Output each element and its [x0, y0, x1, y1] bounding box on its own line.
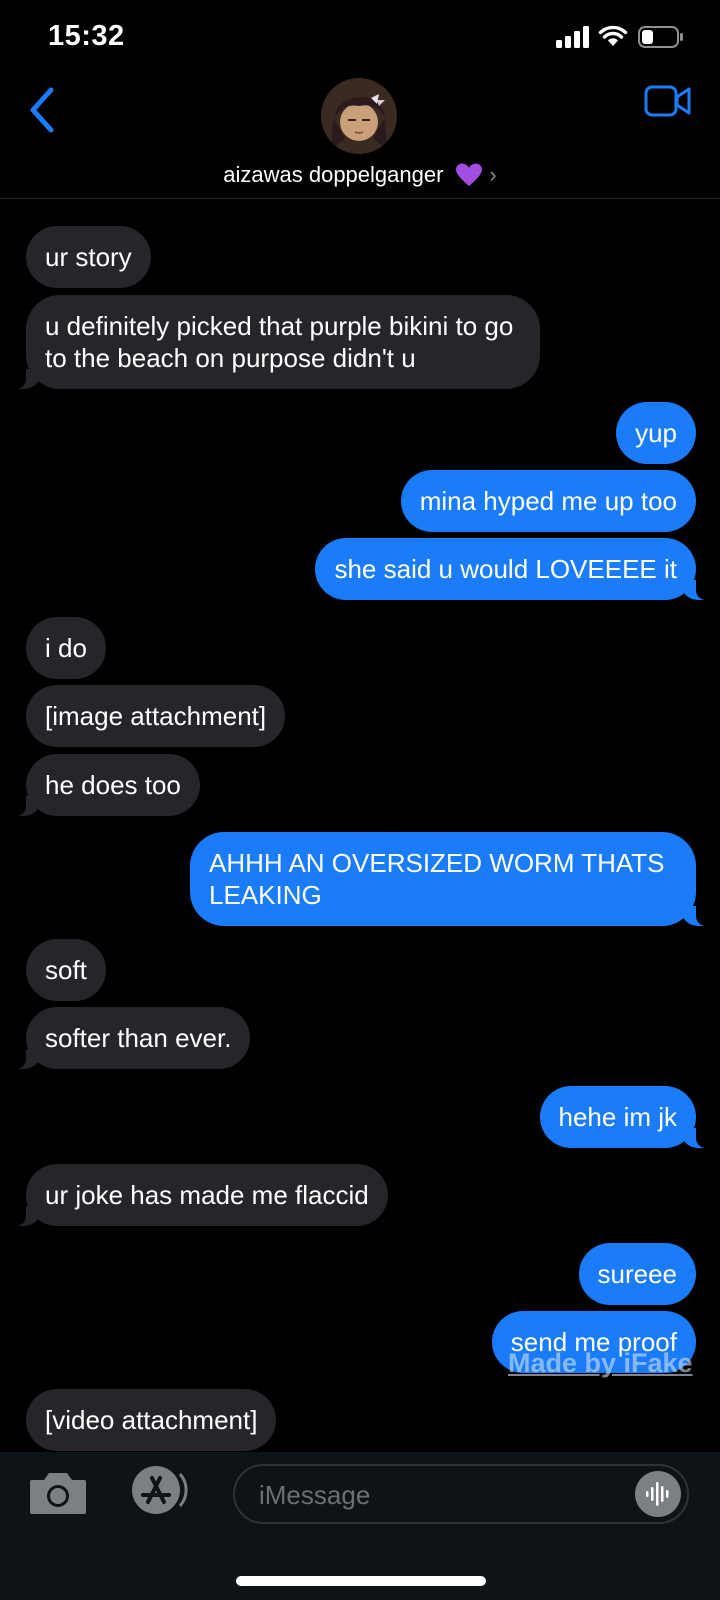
message-bubble-incoming[interactable]: softer than ever.: [11, 1007, 251, 1069]
message-bubble-incoming[interactable]: ur joke has made me flaccid: [12, 1164, 388, 1226]
purple-heart-icon: [456, 163, 483, 186]
message-bubble-incoming[interactable]: he does too: [12, 754, 200, 816]
message-input[interactable]: [257, 1476, 621, 1514]
status-time: 15:32: [48, 20, 125, 52]
wifi-icon: [598, 25, 628, 46]
app-store-icon[interactable]: [126, 1464, 194, 1516]
message-thread[interactable]: ur story u definitely picked that purple…: [0, 198, 720, 1452]
message-bubble-incoming[interactable]: [image attachment]: [26, 685, 286, 747]
message-bubble-incoming[interactable]: u definitely picked that purple bikini t…: [12, 295, 540, 389]
message-bubble-outgoing[interactable]: she said u would LOVEEEE it: [315, 538, 710, 600]
chevron-left-icon[interactable]: [24, 84, 60, 136]
message-bubble-outgoing[interactable]: yup: [616, 402, 696, 464]
contact-name-row[interactable]: aizawas doppelganger ›: [0, 162, 720, 188]
audio-waveform-icon[interactable]: [635, 1471, 681, 1517]
conversation-header: aizawas doppelganger ›: [0, 70, 720, 199]
message-bubble-incoming[interactable]: i do: [26, 617, 106, 679]
status-bar: 15:32: [0, 0, 720, 70]
compose-bar: [0, 1452, 720, 1600]
message-bubble-outgoing[interactable]: sureee: [578, 1243, 696, 1305]
contact-name: aizawas doppelganger: [223, 162, 444, 187]
camera-icon[interactable]: [28, 1470, 88, 1516]
video-camera-icon[interactable]: [644, 84, 692, 118]
chevron-right-icon: ›: [489, 162, 497, 187]
message-bubble-incoming[interactable]: ur story: [26, 226, 151, 288]
avatar[interactable]: [321, 78, 397, 154]
message-bubble-outgoing[interactable]: hehe im jk: [539, 1086, 710, 1148]
cellular-signal-icon: [556, 26, 589, 48]
message-bubble-incoming[interactable]: soft: [26, 939, 106, 1001]
message-bubble-outgoing[interactable]: AHHH AN OVERSIZED WORM THATS LEAKING: [190, 832, 710, 926]
home-indicator[interactable]: [236, 1576, 486, 1586]
message-bubble-incoming[interactable]: [video attachment]: [26, 1389, 277, 1451]
message-input-field[interactable]: [233, 1464, 689, 1524]
message-bubble-outgoing[interactable]: mina hyped me up too: [400, 470, 696, 532]
battery-icon: [638, 26, 683, 48]
watermark: Made by iFake: [508, 1348, 693, 1378]
